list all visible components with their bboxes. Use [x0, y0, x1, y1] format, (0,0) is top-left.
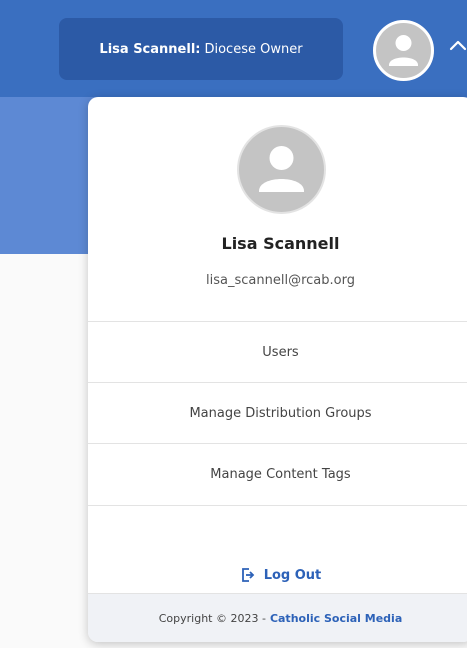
menu-item-manage-content-tags[interactable]: Manage Content Tags: [88, 444, 467, 504]
chevron-up-icon: [449, 40, 467, 51]
divider: [88, 505, 467, 506]
profile-email: lisa_scannell@rcab.org: [206, 273, 355, 288]
menu-item-users[interactable]: Users: [88, 322, 467, 382]
user-avatar-icon: [259, 146, 304, 192]
user-chip-name: Lisa Scannell:: [99, 41, 201, 57]
profile-dropdown-menu: Lisa Scannell lisa_scannell@rcab.org Use…: [88, 97, 467, 642]
menu-toggle-chevron[interactable]: [447, 34, 467, 58]
menu-footer: Copyright © 2023 - Catholic Social Media: [88, 593, 467, 642]
app-stage: Lisa Scannell: Diocese Owner Lisa Scanne…: [0, 0, 467, 648]
menu-item-manage-distribution-groups[interactable]: Manage Distribution Groups: [88, 383, 467, 443]
user-role-chip[interactable]: Lisa Scannell: Diocese Owner: [59, 18, 343, 80]
profile-avatar: [237, 125, 326, 214]
user-chip-role: Diocese Owner: [204, 41, 303, 57]
user-avatar-button[interactable]: [373, 20, 434, 81]
user-avatar-icon: [389, 35, 418, 66]
profile-name: Lisa Scannell: [221, 234, 340, 253]
logout-icon: [241, 568, 254, 582]
brand-link[interactable]: Catholic Social Media: [270, 612, 402, 625]
copyright-text: Copyright © 2023 -: [158, 611, 266, 625]
logout-button[interactable]: Log Out: [88, 557, 467, 593]
logout-label: Log Out: [263, 567, 322, 583]
